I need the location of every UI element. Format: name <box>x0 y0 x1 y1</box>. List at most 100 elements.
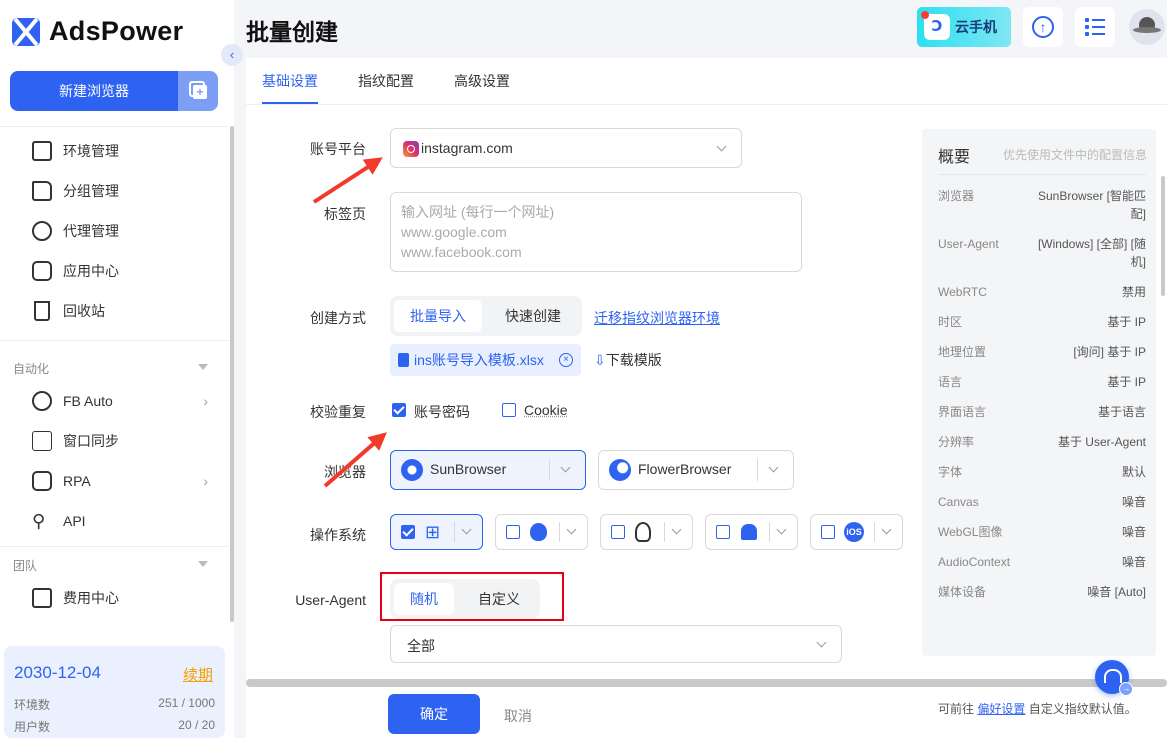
os-ios-checkbox[interactable] <box>821 525 835 539</box>
sidebar-item-label: 回收站 <box>63 303 105 319</box>
cancel-button[interactable]: 取消 <box>504 706 532 726</box>
sidebar-scrollbar[interactable] <box>230 126 234 622</box>
migrate-browser-link[interactable]: 迁移指纹浏览器环境 <box>594 308 720 328</box>
summary-value: 噪音 <box>1121 555 1146 569</box>
tab-fingerprint-config[interactable]: 指纹配置 <box>358 58 414 104</box>
sync-icon <box>32 391 52 411</box>
ios-icon: iOS <box>844 522 864 542</box>
batch-import-option[interactable]: 批量导入 <box>394 300 482 332</box>
os-mac-option[interactable] <box>495 514 588 550</box>
preferences-link[interactable]: 偏好设置 <box>977 702 1025 716</box>
renew-link[interactable]: 续期 <box>183 664 213 685</box>
summary-value: 噪音 <box>1121 495 1146 509</box>
summary-value: 基于 IP <box>1107 315 1146 329</box>
sidebar-item-billing[interactable]: 费用中心 <box>32 586 212 610</box>
file-icon <box>398 353 409 367</box>
user-avatar[interactable] <box>1129 9 1165 45</box>
puzzle-icon <box>32 261 52 281</box>
app-logo[interactable]: AdsPower <box>12 16 183 47</box>
ua-filter-select[interactable]: 全部 <box>390 625 842 663</box>
summary-value: [Windows] [全部] [随机] <box>1037 237 1146 269</box>
divider <box>0 546 228 547</box>
tabs-url-input[interactable]: 输入网址 (每行一个网址) www.google.com www.faceboo… <box>390 192 802 272</box>
tab-basic-settings[interactable]: 基础设置 <box>262 58 318 104</box>
upload-button[interactable]: ↑ <box>1023 7 1063 47</box>
instagram-icon <box>403 141 419 157</box>
os-windows-checkbox[interactable] <box>401 525 415 539</box>
sidebar-item-trash[interactable]: 回收站 <box>32 299 212 323</box>
trash-icon <box>34 301 50 321</box>
sidebar-item-label: 环境管理 <box>63 143 119 159</box>
placeholder-line: www.google.com <box>401 224 507 240</box>
chevron-down-icon[interactable] <box>560 462 571 473</box>
robot-icon <box>32 471 52 491</box>
chevron-right-icon: › <box>203 393 208 409</box>
sidebar-item-app-center[interactable]: 应用中心 <box>32 259 212 283</box>
cloud-phone-button[interactable]: Ↄ 云手机 <box>917 7 1011 47</box>
chevron-down-icon[interactable] <box>566 524 577 535</box>
form-scrollbar[interactable] <box>1161 176 1165 296</box>
sidebar-item-rpa[interactable]: RPA › <box>32 469 212 493</box>
plug-icon: ⚲ <box>32 511 46 531</box>
sidebar-item-proxies[interactable]: 代理管理 <box>32 219 212 243</box>
platform-value: instagram.com <box>421 140 513 156</box>
os-android-checkbox[interactable] <box>716 525 730 539</box>
apple-icon <box>530 523 547 541</box>
platform-select[interactable]: instagram.com <box>390 128 742 168</box>
chevron-down-icon <box>716 141 727 152</box>
summary-value: 禁用 <box>1121 285 1146 299</box>
os-android-option[interactable] <box>705 514 798 550</box>
folder-icon <box>32 181 52 201</box>
chevron-down-icon[interactable] <box>881 524 892 535</box>
chevron-right-icon: › <box>203 473 208 489</box>
summary-panel: 概要 优先使用文件中的配置信息 浏览器 SunBrowser [智能匹配] User… <box>922 129 1156 716</box>
dedupe-cookie-checkbox[interactable] <box>502 403 516 417</box>
sunbrowser-option[interactable]: SunBrowser <box>390 450 586 490</box>
sidebar-item-label: RPA <box>63 473 91 489</box>
download-template-link[interactable]: ⇩下载模版 <box>594 350 662 370</box>
new-browser-button[interactable]: 新建浏览器 <box>10 71 178 111</box>
support-chat-button[interactable]: → <box>1095 660 1133 696</box>
summary-key: AudioContext <box>938 555 1011 569</box>
collapse-sidebar-button[interactable]: ‹ <box>221 44 243 66</box>
horizontal-scrollbar[interactable] <box>246 679 1167 687</box>
tab-advanced-settings[interactable]: 高级设置 <box>454 58 510 104</box>
chevron-down-icon[interactable] <box>776 524 787 535</box>
team-section-toggle[interactable]: 团队 <box>13 557 208 574</box>
chevron-down-icon[interactable] <box>671 524 682 535</box>
chevron-down-icon[interactable] <box>768 462 779 473</box>
summary-key: 界面语言 <box>938 405 987 419</box>
quick-create-option[interactable]: 快速创建 <box>488 300 578 332</box>
sidebar-item-environments[interactable]: 环境管理 <box>32 139 212 163</box>
summary-value: 基于语言 <box>1097 405 1146 419</box>
caret-down-icon <box>198 561 208 567</box>
sidebar-item-fb-auto[interactable]: FB Auto › <box>32 389 212 413</box>
annotation-highlight-box <box>380 572 564 621</box>
sidebar-item-window-sync[interactable]: 窗口同步 <box>32 429 212 453</box>
automation-section-toggle[interactable]: 自动化 <box>13 360 208 377</box>
ua-label: User-Agent <box>295 592 366 608</box>
dedupe-account-checkbox[interactable] <box>392 403 406 417</box>
os-ios-option[interactable]: iOS <box>810 514 903 550</box>
dedupe-label: 校验重复 <box>310 404 366 420</box>
flowerbrowser-logo-icon <box>609 459 631 481</box>
ua-filter-value: 全部 <box>407 638 435 654</box>
os-mac-checkbox[interactable] <box>506 525 520 539</box>
flowerbrowser-option[interactable]: FlowerBrowser <box>598 450 794 490</box>
confirm-button[interactable]: 确定 <box>388 694 480 734</box>
android-icon <box>741 524 757 540</box>
remove-file-icon[interactable]: × <box>559 353 573 367</box>
sidebar-item-api[interactable]: ⚲ API <box>32 509 212 533</box>
list-icon <box>1085 18 1105 36</box>
new-browser-options-button[interactable]: + <box>178 71 218 111</box>
window-sync-icon <box>32 431 52 451</box>
sidebar-item-groups[interactable]: 分组管理 <box>32 179 212 203</box>
chevron-down-icon[interactable] <box>461 524 472 535</box>
os-windows-option[interactable]: ⊞ <box>390 514 483 550</box>
summary-key: 字体 <box>938 465 963 479</box>
os-linux-option[interactable] <box>600 514 693 550</box>
sunbrowser-logo-icon <box>401 459 423 481</box>
os-linux-checkbox[interactable] <box>611 525 625 539</box>
task-list-button[interactable] <box>1075 7 1115 47</box>
linux-icon <box>635 522 651 542</box>
